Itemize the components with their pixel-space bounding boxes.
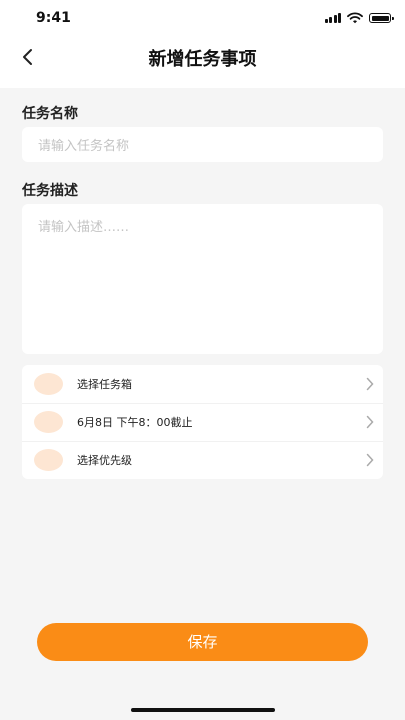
wifi-icon [347,12,363,24]
task-name-label: 任务名称 [22,106,78,122]
task-name-input[interactable]: 请输入任务名称 [22,127,383,162]
chevron-right-icon [366,453,374,467]
select-priority-row[interactable]: 选择优先级 [22,441,383,479]
header: 9:41 新增任务事项 [0,0,405,88]
page-title: 新增任务事项 [148,49,257,70]
task-desc-textarea[interactable]: 请输入描述…… [22,204,383,354]
chevron-right-icon [366,415,374,429]
select-task-box-row[interactable]: 选择任务箱 [22,365,383,403]
deadline-row[interactable]: 6月8日 下午8：00截止 [22,403,383,441]
task-name-placeholder: 请输入任务名称 [38,139,130,154]
battery-icon [369,13,394,23]
option-circle-icon [34,411,63,433]
task-desc-label: 任务描述 [22,183,78,199]
option-label: 选择任务箱 [77,378,132,391]
save-button[interactable]: 保存 [37,623,368,661]
option-label: 选择优先级 [77,454,132,467]
option-label: 6月8日 下午8：00截止 [77,416,193,429]
task-desc-placeholder: 请输入描述…… [38,220,130,235]
status-icons [324,12,394,24]
options-list: 选择任务箱 6月8日 下午8：00截止 选择优先级 [22,365,383,479]
signal-icon [324,13,341,23]
chevron-right-icon [366,377,374,391]
option-circle-icon [34,373,63,395]
status-time: 9:41 [36,10,71,26]
home-indicator [131,708,275,712]
option-circle-icon [34,449,63,471]
